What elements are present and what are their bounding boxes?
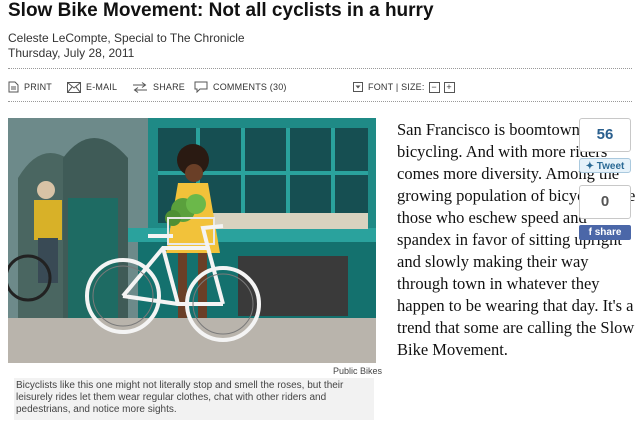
print-button[interactable]: PRINT xyxy=(8,79,52,95)
social-widgets: 56 ✦ Tweet 0 f share xyxy=(579,118,633,240)
article-headline: Slow Bike Movement: Not all cyclists in … xyxy=(8,0,434,21)
twitter-bird-icon: ✦ xyxy=(585,161,594,172)
author-line: Celeste LeCompte, Special to The Chronic… xyxy=(8,31,245,45)
date-line: Thursday, July 28, 2011 xyxy=(8,46,135,60)
share-label: SHARE xyxy=(153,82,186,92)
tweet-label: Tweet xyxy=(596,161,625,172)
speech-bubble-icon xyxy=(194,81,208,93)
share-arrows-icon xyxy=(133,81,147,93)
email-label: E-MAIL xyxy=(86,82,118,92)
photo-illustration xyxy=(8,118,376,363)
email-button[interactable]: E-MAIL xyxy=(67,79,117,95)
share-label-fb: share xyxy=(594,227,622,238)
article-toolbar: PRINT E-MAIL SHARE COMMENTS (30) FONT | … xyxy=(8,79,632,95)
comments-label: COMMENTS (30) xyxy=(213,82,287,92)
font-size-control: FONT | SIZE: − + xyxy=(353,79,455,95)
comments-button[interactable]: COMMENTS (30) xyxy=(194,79,287,95)
byline: Celeste LeCompte, Special to The Chronic… xyxy=(8,31,245,61)
share-count: 0 xyxy=(579,185,631,219)
tweet-button[interactable]: ✦ Tweet xyxy=(579,158,631,173)
share-button[interactable]: SHARE xyxy=(132,79,185,95)
font-size-label: FONT | SIZE: xyxy=(368,82,425,92)
font-decrease-button[interactable]: − xyxy=(428,81,440,93)
envelope-icon xyxy=(67,81,81,93)
photo-caption: Bicyclists like this one might not liter… xyxy=(14,378,374,420)
dropdown-box-icon xyxy=(353,82,363,92)
divider-bottom xyxy=(8,101,632,102)
print-label: PRINT xyxy=(24,82,52,92)
font-increase-button[interactable]: + xyxy=(443,81,455,93)
divider-top xyxy=(8,68,632,69)
article-photo xyxy=(8,118,376,363)
photo-credit: Public Bikes xyxy=(332,366,382,376)
print-icon xyxy=(8,81,19,93)
facebook-share-button[interactable]: f share xyxy=(579,225,631,240)
facebook-f-icon: f xyxy=(588,227,592,238)
tweet-count: 56 xyxy=(579,118,631,152)
